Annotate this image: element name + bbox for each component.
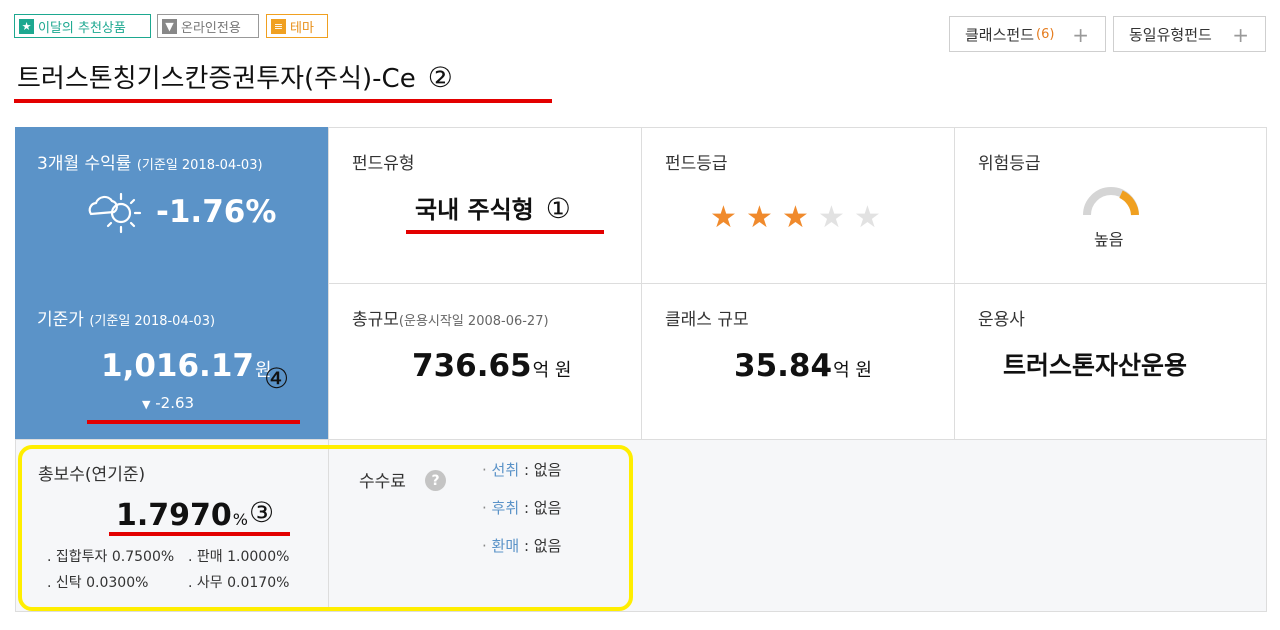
badge-label: 이달의 추천상품	[38, 20, 126, 36]
fund-type-cell: 펀드유형 국내 주식형 ①	[328, 127, 642, 284]
filter-icon: ▼	[162, 18, 177, 34]
price-change: ▼ -2.63	[142, 394, 195, 412]
badge-online-only: ▼ 온라인전용	[157, 14, 259, 38]
base-date: (기준일 2018-04-03)	[89, 314, 216, 329]
annotation-marker-4: ④	[264, 362, 290, 395]
same-type-fund-button[interactable]: 동일유형펀드 +	[1113, 16, 1266, 52]
star-filled-icon: ★	[710, 200, 737, 235]
badge-label: 테마	[290, 20, 314, 36]
red-underline	[14, 99, 552, 103]
base-price-value: 1,016.17원	[101, 348, 272, 384]
badge-label: 온라인전용	[181, 20, 241, 36]
risk-gauge-icon	[1083, 187, 1139, 216]
badge-theme: ≡ 테마	[266, 14, 328, 38]
fund-type-label: 펀드유형	[352, 154, 415, 174]
class-fund-label: 클래스펀드	[965, 25, 1035, 44]
manager-label: 운용사	[978, 310, 1025, 330]
fund-grade-label: 펀드등급	[665, 154, 728, 174]
base-price-cell: 기준가 (기준일 2018-04-03) 1,016.17원 ④ ▼ -2.63	[15, 283, 329, 440]
fund-grade-cell: 펀드등급 ★ ★ ★ ★ ★	[641, 127, 955, 284]
base-date: (기준일 2018-04-03)	[136, 158, 263, 173]
class-fund-count: (6)	[1036, 26, 1055, 42]
yellow-highlight-box	[18, 445, 633, 611]
star-filled-icon: ★	[746, 200, 773, 235]
class-size-value: 35.84억 원	[734, 348, 872, 384]
class-fund-button[interactable]: 클래스펀드 (6) +	[949, 16, 1106, 52]
partly-cloudy-icon	[88, 192, 142, 234]
total-size-cell: 총규모(운용시작일 2008-06-27) 736.65억 원	[328, 283, 642, 440]
theme-icon: ≡	[271, 18, 286, 34]
star-filled-icon: ★	[782, 200, 809, 235]
return-3m-label: 3개월 수익률 (기준일 2018-04-03)	[37, 154, 263, 174]
total-size-value: 736.65억 원	[412, 348, 572, 384]
plus-icon: +	[1072, 23, 1089, 47]
star-icon: ★	[19, 18, 34, 34]
manager-cell: 운용사 트러스톤자산운용	[954, 283, 1267, 440]
risk-grade-label: 위험등급	[978, 154, 1041, 174]
badge-recommended: ★ 이달의 추천상품	[14, 14, 151, 38]
down-arrow-icon: ▼	[142, 398, 151, 411]
class-size-cell: 클래스 규모 35.84억 원	[641, 283, 955, 440]
risk-grade-cell: 위험등급 높음	[954, 127, 1267, 284]
class-size-label: 클래스 규모	[665, 310, 749, 330]
annotation-marker-1: ①	[545, 192, 571, 225]
plus-icon: +	[1232, 23, 1249, 47]
fund-type-value: 국내 주식형 ①	[415, 192, 571, 225]
red-underline	[406, 230, 604, 234]
fund-name: 트러스톤칭기스칸증권투자(주식)-Ce	[17, 64, 416, 94]
star-empty-icon: ★	[854, 200, 881, 235]
return-3m-value: -1.76%	[156, 194, 277, 230]
risk-grade-value: 높음	[1094, 230, 1124, 249]
star-empty-icon: ★	[818, 200, 845, 235]
return-3m-cell: 3개월 수익률 (기준일 2018-04-03) -1.76%	[15, 127, 329, 284]
total-size-label: 총규모(운용시작일 2008-06-27)	[352, 310, 549, 330]
fund-title: 트러스톤칭기스칸증권투자(주식)-Ce ②	[17, 58, 453, 95]
annotation-marker-2: ②	[427, 61, 453, 94]
red-underline	[87, 420, 300, 424]
same-type-fund-label: 동일유형펀드	[1129, 25, 1212, 44]
start-date: (운용시작일 2008-06-27)	[398, 314, 549, 329]
base-price-label: 기준가 (기준일 2018-04-03)	[37, 310, 216, 330]
manager-value: 트러스톤자산운용	[1003, 351, 1188, 380]
